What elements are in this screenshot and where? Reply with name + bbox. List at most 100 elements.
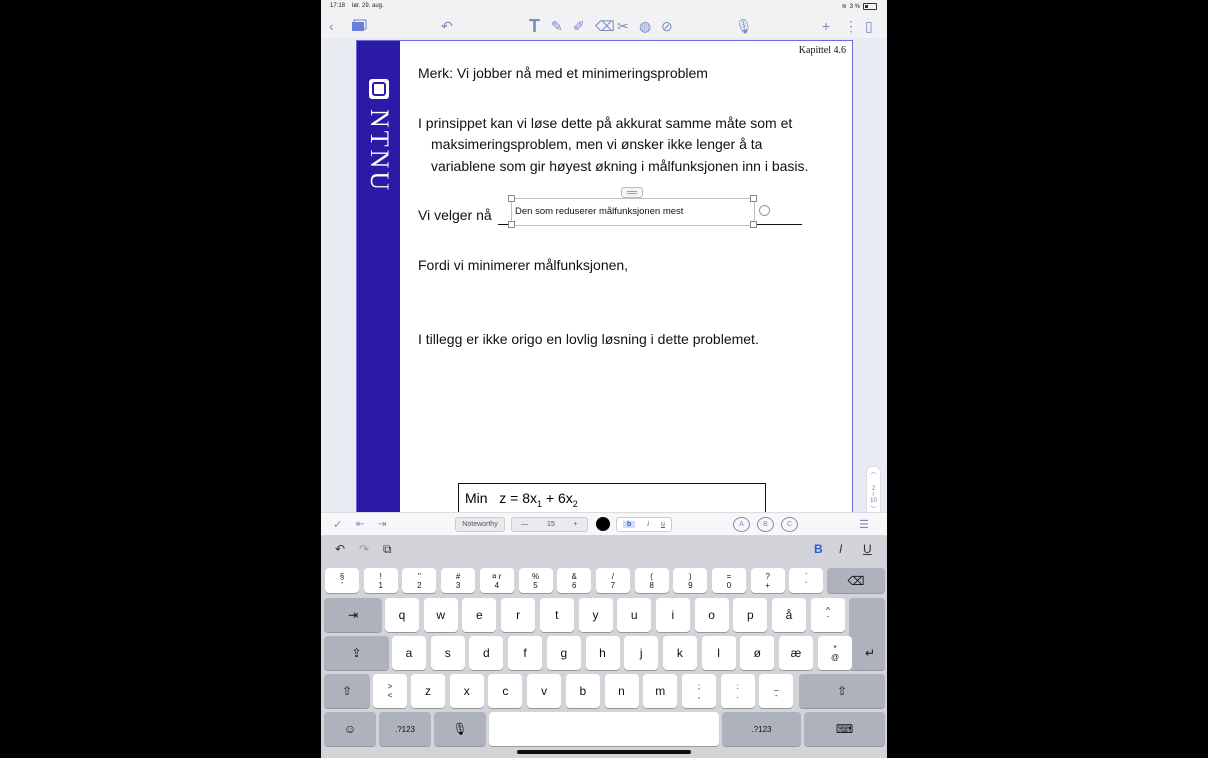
numbers-key-right[interactable]: .?123 <box>722 712 801 746</box>
textbox-value[interactable]: Den som reduserer målfunksjonen mest <box>515 206 683 217</box>
key-t[interactable]: t <box>539 598 574 632</box>
key-u[interactable]: u <box>617 598 652 632</box>
key-n[interactable]: n <box>604 674 639 708</box>
size-stepper[interactable]: — 15 + <box>511 517 588 532</box>
resize-handle[interactable] <box>508 195 515 202</box>
microphone-icon[interactable]: 🎙 <box>735 16 753 36</box>
pen-icon[interactable]: ✎ <box>551 16 563 36</box>
resize-handle[interactable] <box>508 221 515 228</box>
key-num-7[interactable]: /7 <box>595 568 630 593</box>
key-f[interactable]: f <box>508 636 543 670</box>
key-num-3[interactable]: #3 <box>441 568 476 593</box>
key-c[interactable]: c <box>488 674 523 708</box>
caps-lock-key[interactable]: ⇪ <box>324 636 389 670</box>
rotate-icon[interactable] <box>759 205 770 216</box>
kbd-undo-icon[interactable]: ↶ <box>335 542 345 556</box>
key-l[interactable]: l <box>701 636 736 670</box>
answer-textbox[interactable]: Den som reduserer målfunksjonen mest <box>511 198 755 226</box>
shift-right-key[interactable]: ⇧ <box>799 674 885 708</box>
key-num-5[interactable]: % 5 <box>518 568 553 593</box>
key-o[interactable]: o <box>694 598 729 632</box>
indent-icon[interactable]: ⇥ <box>378 514 386 534</box>
size-increase-button[interactable]: + <box>574 521 578 528</box>
key-å[interactable]: å <box>772 598 806 632</box>
kbd-paste-icon[interactable]: ⧉ <box>383 542 392 557</box>
text-tool-icon[interactable]: T <box>529 16 540 36</box>
key-y[interactable]: y <box>578 598 613 632</box>
italic-toggle[interactable]: i <box>647 521 649 528</box>
shift-left-key[interactable]: ⇧ <box>324 674 370 708</box>
key-h[interactable]: h <box>585 636 620 670</box>
key-num-2[interactable]: " 2 <box>402 568 437 593</box>
key-w[interactable]: w <box>423 598 458 632</box>
emoji-key[interactable]: ☺ <box>324 712 376 746</box>
undo-icon[interactable]: ↶ <box>441 16 453 36</box>
key-r[interactable]: r <box>501 598 536 632</box>
key-num-10[interactable]: = 0 <box>712 568 746 593</box>
key-punct-2[interactable]: _ - <box>759 674 794 708</box>
highlighter-icon[interactable]: ✐ <box>573 16 585 36</box>
outdent-icon[interactable]: ⇤ <box>356 514 364 534</box>
space-key[interactable] <box>489 712 719 746</box>
scroll-up-icon[interactable]: ︿ <box>867 467 880 476</box>
key-æ[interactable]: æ <box>779 636 813 670</box>
font-selector[interactable]: Noteworthy <box>455 517 505 532</box>
textbox-drag-handle[interactable] <box>621 187 643 198</box>
return-key[interactable]: ↵ <box>855 636 885 670</box>
key-caret[interactable]: ^ ¨ <box>811 598 845 632</box>
key-q[interactable]: q <box>385 598 419 632</box>
check-circle-icon[interactable]: ✓ <box>333 514 342 534</box>
tab-key[interactable]: ⇥ <box>324 598 382 632</box>
key-num-4[interactable]: ¤ r4 <box>479 568 514 593</box>
dictation-key[interactable]: 🎙 <box>434 712 486 746</box>
more-icon[interactable]: ⋮ <box>844 16 858 36</box>
key-g[interactable]: g <box>546 636 581 670</box>
key-num-1[interactable]: ! 1 <box>363 568 398 593</box>
delete-key[interactable]: ⌫ <box>827 568 885 593</box>
kbd-redo-icon[interactable]: ↷ <box>359 542 369 556</box>
eraser-icon[interactable]: ⌫ <box>595 16 615 36</box>
key-s[interactable]: s <box>430 636 465 670</box>
key-i[interactable]: i <box>655 598 690 632</box>
key-v[interactable]: v <box>527 674 562 708</box>
key-ø[interactable]: ø <box>740 636 775 670</box>
key-b[interactable]: b <box>565 674 600 708</box>
image-icon[interactable]: ◍ <box>639 16 651 36</box>
zoom-icon[interactable]: ⊘ <box>661 16 673 36</box>
lasso-scissors-icon[interactable]: ✂ <box>617 16 629 36</box>
preset-c-button[interactable]: C <box>781 517 798 532</box>
key-z[interactable]: z <box>411 674 445 708</box>
key-d[interactable]: d <box>469 636 504 670</box>
preset-b-button[interactable]: B <box>757 517 774 532</box>
resize-handle[interactable] <box>750 195 757 202</box>
key-num-6[interactable]: & 6 <box>557 568 592 593</box>
key-m[interactable]: m <box>643 674 678 708</box>
key-e[interactable]: e <box>462 598 497 632</box>
hide-keyboard-key[interactable]: ⌨ <box>804 712 885 746</box>
documents-icon[interactable] <box>351 16 367 36</box>
key-k[interactable]: k <box>662 636 697 670</box>
underline-toggle[interactable]: u <box>661 521 665 528</box>
kbd-bold-button[interactable]: B <box>814 542 823 556</box>
key-num-12[interactable]: ` ´ <box>789 568 824 593</box>
key-a[interactable]: a <box>392 636 426 670</box>
resize-handle[interactable] <box>750 221 757 228</box>
kbd-italic-button[interactable]: I <box>839 542 842 556</box>
sidebar-icon[interactable]: ▯ <box>865 16 873 36</box>
key-num-0[interactable]: § ' <box>325 568 359 593</box>
key-num-8[interactable]: (8 <box>634 568 669 593</box>
color-swatch[interactable] <box>596 517 610 531</box>
key-punct-1[interactable]: :. <box>720 674 755 708</box>
key-j[interactable]: j <box>624 636 659 670</box>
size-decrease-button[interactable]: — <box>521 521 528 528</box>
add-icon[interactable]: + <box>822 16 830 36</box>
key-angle[interactable]: > < <box>373 674 407 708</box>
key-punct-0[interactable]: ;, <box>682 674 716 708</box>
preset-a-button[interactable]: A <box>733 517 750 532</box>
key-num-9[interactable]: ) 9 <box>673 568 708 593</box>
back-chevron-icon[interactable]: ‹ <box>329 16 334 36</box>
key-x[interactable]: x <box>449 674 484 708</box>
key-num-11[interactable]: ? + <box>750 568 785 593</box>
kbd-underline-button[interactable]: U <box>863 542 872 556</box>
list-icon[interactable]: ☰ <box>859 514 869 534</box>
